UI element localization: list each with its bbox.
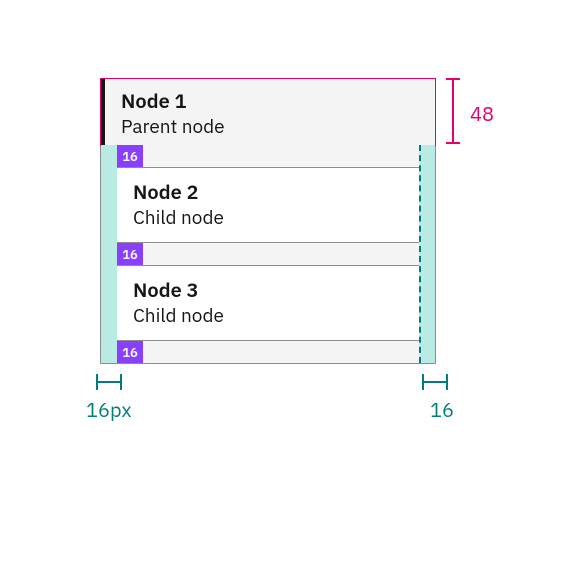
tree-view: Node 1 Parent node 16 Node 2 Child node … xyxy=(100,78,436,364)
row-height-dimension: 48 xyxy=(446,78,506,144)
child-node-row: Node 2 Child node xyxy=(117,167,419,243)
left-padding-highlight xyxy=(101,145,117,363)
child-node-row: Node 3 Child node xyxy=(117,265,419,341)
child-node-title: Node 2 xyxy=(133,180,403,204)
dimension-cap-icon xyxy=(446,142,460,144)
left-padding-label: 16px xyxy=(86,396,132,423)
right-padding-highlight xyxy=(419,145,435,363)
vertical-gap: 16 xyxy=(117,243,419,265)
children-container: 16 Node 2 Child node 16 Node 3 Child nod… xyxy=(101,145,435,363)
dimension-bar-icon xyxy=(452,78,454,144)
right-padding-bracket-icon xyxy=(422,374,448,390)
child-node-subtitle: Child node xyxy=(133,206,403,230)
gap-size-badge: 16 xyxy=(117,243,143,265)
child-node-title: Node 3 xyxy=(133,278,403,302)
gap-size-badge: 16 xyxy=(117,341,143,363)
row-height-label: 48 xyxy=(470,100,494,127)
parent-node-title: Node 1 xyxy=(121,89,419,113)
spec-diagram: Node 1 Parent node 16 Node 2 Child node … xyxy=(0,0,576,578)
parent-node-row: Node 1 Parent node xyxy=(101,79,435,145)
right-padding-label: 16 xyxy=(430,396,454,423)
left-padding-bracket-icon xyxy=(96,374,122,390)
child-node-subtitle: Child node xyxy=(133,304,403,328)
vertical-gap: 16 xyxy=(117,145,419,167)
vertical-gap: 16 xyxy=(117,341,419,363)
gap-size-badge: 16 xyxy=(117,145,143,167)
parent-node-subtitle: Parent node xyxy=(121,115,419,139)
